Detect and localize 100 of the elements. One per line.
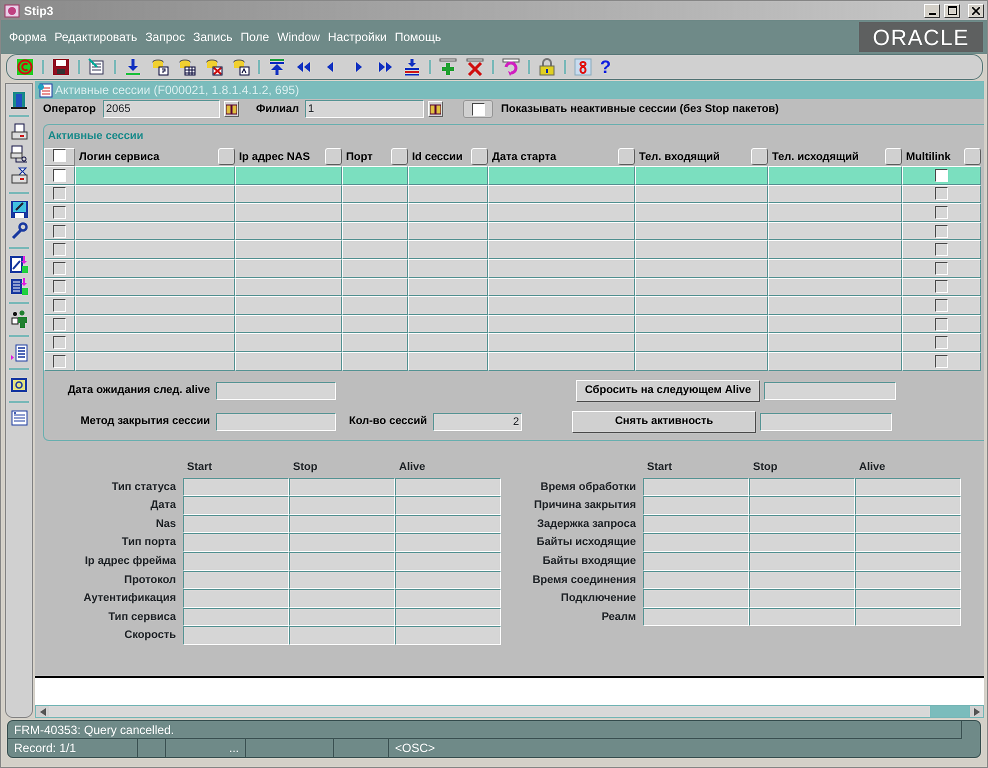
detail-field[interactable] [749,514,855,534]
menu-item[interactable]: Поле [236,28,274,46]
insert-record-icon[interactable] [403,58,421,76]
scroll-thumb[interactable] [930,706,970,717]
sort-button[interactable] [325,148,342,165]
horizontal-scrollbar[interactable] [35,705,984,718]
detail-field[interactable] [855,496,961,515]
checkbox[interactable] [935,280,948,294]
help-button[interactable]: ? [600,57,611,77]
checkbox[interactable] [53,224,66,238]
checkbox[interactable] [935,298,948,312]
list-icon[interactable] [10,409,28,428]
detail-field[interactable] [183,514,289,534]
scroll-left-icon[interactable] [40,708,46,716]
menu-item[interactable]: Window [273,28,324,46]
detail-field[interactable] [289,552,395,571]
checkbox[interactable] [935,168,948,182]
close-method-field[interactable] [216,412,336,431]
sort-button[interactable] [885,148,902,165]
checkbox[interactable] [935,187,948,200]
detail-field[interactable] [395,533,501,552]
detail-field[interactable] [749,552,855,571]
detail-field[interactable] [289,533,395,552]
detail-field[interactable] [749,570,855,590]
checkbox[interactable] [53,262,66,275]
detail-field[interactable] [749,496,855,515]
detail-field[interactable] [183,552,289,571]
checkbox[interactable] [935,336,948,350]
reset-button[interactable]: Сбросить на следующем Alive [576,380,760,402]
detail-field[interactable] [749,478,855,496]
floppy-wrench-icon[interactable] [10,200,28,219]
checkbox[interactable] [53,168,66,182]
detail-field[interactable] [183,589,289,608]
checkbox[interactable] [53,318,66,331]
detail-field[interactable] [855,514,961,534]
checkbox[interactable] [53,243,66,256]
detail-field[interactable] [289,570,395,590]
detail-field[interactable] [855,608,961,626]
detail-field[interactable] [183,570,289,590]
row-selector[interactable] [44,278,75,296]
detail-field[interactable] [643,552,749,571]
menu-item[interactable]: Запись [189,28,236,46]
detail-field[interactable] [643,533,749,552]
detail-field[interactable] [643,589,749,608]
detail-field[interactable] [289,514,395,534]
detail-field[interactable] [183,478,289,496]
checkbox[interactable] [935,224,948,238]
download-icon[interactable] [124,58,142,76]
row-selector[interactable] [44,258,75,278]
detail-field[interactable] [395,552,501,571]
detail-field[interactable] [395,570,501,590]
row-selector[interactable] [44,352,75,371]
sort-button[interactable] [964,148,981,165]
delete-icon[interactable] [466,58,484,76]
chart-export-icon[interactable] [10,255,28,274]
printer-wait-icon[interactable] [10,167,28,186]
detail-field[interactable] [395,589,501,608]
checkbox[interactable] [53,149,66,162]
status-field[interactable] [764,382,896,400]
sort-button[interactable] [618,148,635,165]
row-selector[interactable] [44,184,75,204]
checkbox[interactable] [935,354,948,368]
c-circle-icon[interactable] [16,58,34,76]
deactivate-button[interactable]: Снять активность [572,410,756,433]
scroll-right-icon[interactable] [974,708,980,716]
detail-field[interactable] [395,608,501,626]
detail-field[interactable] [289,496,395,515]
document-edit-icon[interactable] [88,58,106,76]
status-field[interactable] [760,412,892,431]
detail-field[interactable] [289,478,395,496]
first-record-icon[interactable] [268,58,286,76]
row-selector[interactable] [44,166,75,185]
checkbox[interactable] [53,187,66,200]
exit-door-icon[interactable] [10,90,28,109]
checkbox[interactable] [53,280,66,294]
checkbox[interactable] [53,336,66,350]
sort-button[interactable] [471,148,488,165]
lock-icon[interactable] [538,58,556,76]
detail-field[interactable] [749,608,855,626]
row-selector[interactable] [44,314,75,334]
detail-field[interactable] [289,589,395,608]
detail-field[interactable] [289,626,395,645]
menu-item[interactable]: Форма [5,28,50,46]
detail-field[interactable] [855,478,961,496]
loop-arrow-icon[interactable] [502,58,520,76]
lookup-button[interactable] [428,101,444,117]
detail-field[interactable] [643,608,749,626]
database-form-icon[interactable] [232,58,250,76]
document-export-icon[interactable] [10,277,28,296]
detail-field[interactable] [749,589,855,608]
detail-field[interactable] [183,608,289,626]
detail-field[interactable] [183,496,289,515]
sort-button[interactable] [218,148,235,165]
printer-network-icon[interactable] [10,145,28,164]
checkbox[interactable] [472,102,485,116]
printer-icon[interactable] [10,123,28,142]
row-selector[interactable] [44,203,75,222]
menu-item[interactable]: Редактировать [50,28,142,46]
lookup-button[interactable] [224,101,239,117]
date-field[interactable] [216,382,336,400]
